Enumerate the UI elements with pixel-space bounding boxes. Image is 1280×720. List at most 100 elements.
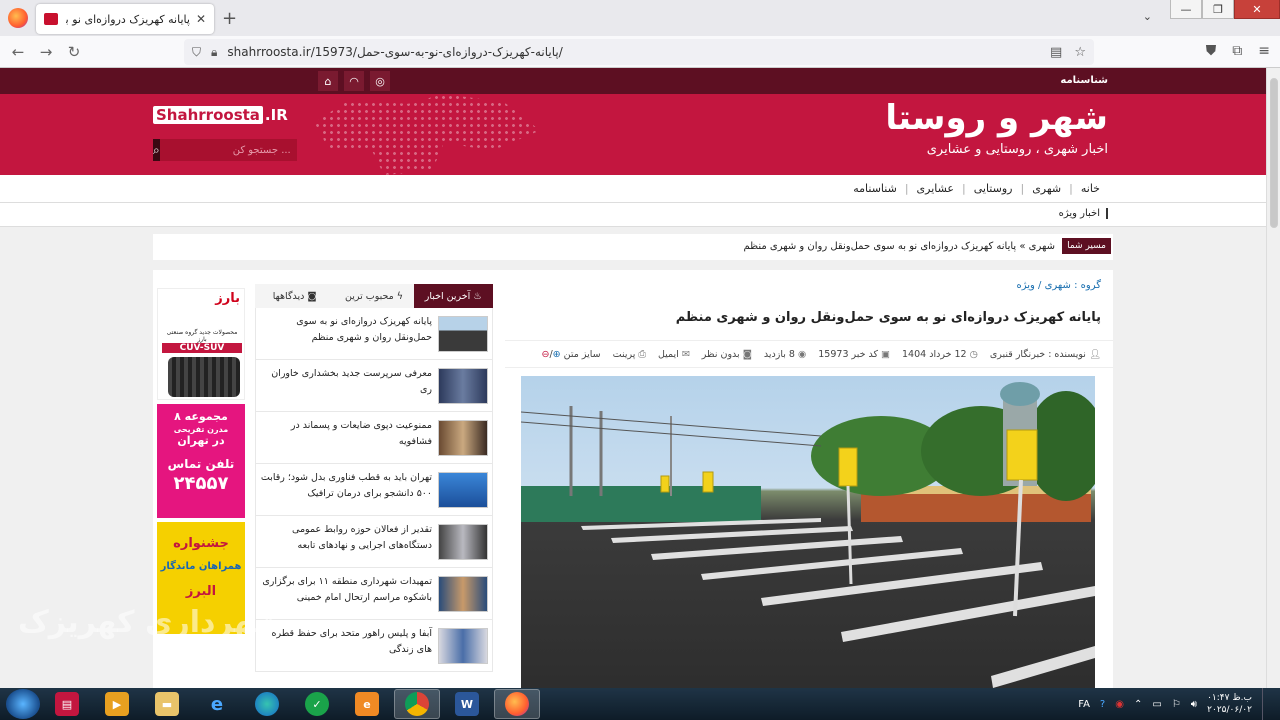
start-button[interactable]: [6, 689, 40, 719]
forward-arrow-icon[interactable]: →: [32, 43, 60, 61]
list-item[interactable]: تقدیر از فعالان حوزه روابط عمومی دستگاه‌…: [255, 516, 493, 568]
article-group[interactable]: گروه : شهری / ویژه: [1016, 280, 1101, 291]
clock[interactable]: ب.ظ ۰۱:۴۷ ۲۰۲۵/۰۶/۰۲: [1207, 692, 1252, 716]
extensions-icon[interactable]: ⧉: [1232, 43, 1242, 59]
pocket-icon[interactable]: ⛊: [1206, 43, 1217, 59]
help-icon[interactable]: ?: [1100, 699, 1105, 710]
brand-logo[interactable]: Shahrroosta .IR: [153, 106, 288, 124]
rss-icon[interactable]: ◠: [344, 71, 364, 91]
show-desktop-button[interactable]: [1262, 688, 1272, 720]
close-window-button[interactable]: ✕: [1234, 0, 1280, 19]
taskbar-word[interactable]: W: [444, 689, 490, 719]
tag-icon: ▣: [881, 348, 891, 360]
show-hidden-icons-chevron-up-icon[interactable]: ⌃: [1134, 699, 1142, 710]
news-title[interactable]: تقدیر از فعالان حوزه روابط عمومی دستگاه‌…: [260, 522, 432, 554]
language-indicator[interactable]: FA: [1078, 699, 1090, 710]
tray-app-icon[interactable]: ◉: [1115, 699, 1124, 710]
font-increase-icon[interactable]: ⊕: [553, 349, 561, 360]
menu-item-home[interactable]: خانه: [1073, 182, 1108, 195]
list-tabs-chevron-down-icon[interactable]: ⌄: [1143, 10, 1152, 23]
reader-view-icon[interactable]: ▤: [1050, 45, 1062, 60]
instagram-icon[interactable]: ◎: [370, 71, 390, 91]
print-icon: ⎙: [638, 348, 646, 360]
network-icon[interactable]: ▭: [1152, 699, 1161, 710]
menu-hamburger-icon[interactable]: ≡: [1258, 43, 1270, 59]
windows-taskbar: ▤ ▶ ▬ e ✓ e W FA ? ◉ ⌃ ▭ ⚐ 🔊︎ ب.ظ ۰۱:۴۷ …: [0, 688, 1280, 720]
list-item[interactable]: تمهیدات شهرداری منطقه ۱۱ برای برگزاری با…: [255, 568, 493, 620]
list-item[interactable]: آبفا و پلیس راهور متحد برای حفظ قطره های…: [255, 620, 493, 672]
menu-item-urban[interactable]: شهری: [1024, 182, 1069, 195]
app-icon: e: [355, 692, 379, 716]
list-item[interactable]: ممنوعیت دپوی ضایعات و پسماند در فشافویه: [255, 412, 493, 464]
meta-font-size[interactable]: سایز متن ⊕/⊖: [542, 349, 601, 360]
menu-item-profile[interactable]: شناسنامه: [845, 182, 905, 195]
list-item[interactable]: پایانه کهریزک دروازه‌ای نو به سوی حمل‌ون…: [255, 308, 493, 360]
browser-tab-active[interactable]: پایانه کهریزک دروازه‌ای نو به سوی ✕: [36, 4, 214, 34]
site-logo-title[interactable]: شهر و روستا: [885, 98, 1108, 138]
comments-icon: ◙: [742, 348, 752, 360]
ad-brand: بارز: [215, 291, 240, 306]
taskbar-chrome[interactable]: [394, 689, 440, 719]
tab-title: پایانه کهریزک دروازه‌ای نو به سوی: [66, 12, 190, 26]
url-bar[interactable]: ⛉ 🔒︎ shahrroosta.ir/15973/پایانه-کهریزک-…: [184, 39, 1094, 65]
taskbar-firefox[interactable]: [494, 689, 540, 719]
tab-comments[interactable]: ◙ دیدگاهها: [255, 284, 335, 308]
tab-close-icon[interactable]: ✕: [196, 12, 206, 26]
maximize-button[interactable]: ❐: [1202, 0, 1234, 19]
scrollbar-thumb[interactable]: [1270, 78, 1278, 228]
search-icon[interactable]: ⌕: [153, 139, 160, 161]
site-logo-subtitle: اخبار شهری ، روستایی و عشایری: [926, 142, 1108, 157]
ad-subtitle: محصولات جدید گروه صنعتی بارز: [166, 329, 238, 343]
world-map-dots-decoration: [314, 94, 540, 175]
page-scrollbar[interactable]: [1266, 68, 1280, 688]
news-thumbnail[interactable]: [438, 524, 488, 560]
news-title[interactable]: معرفی سرپرست جدید بخشداری خاوران ری: [260, 366, 432, 398]
tab-latest-news[interactable]: ♨ آخرین اخبار: [413, 284, 493, 308]
flag-icon[interactable]: ⚐: [1172, 699, 1181, 710]
news-title[interactable]: آبفا و پلیس راهور متحد برای حفظ قطره های…: [260, 626, 433, 658]
ad-text: تلفن تماس: [167, 457, 235, 471]
tab-most-popular[interactable]: ϟ محبوب ترین: [334, 284, 414, 308]
meta-comments[interactable]: ◙بدون نظر: [702, 349, 752, 360]
taskbar-media-player[interactable]: ▶: [94, 689, 140, 719]
meta-print[interactable]: ⎙پرینت: [613, 349, 646, 360]
list-item[interactable]: تهران باید به قطب فناوری بدل شود؛ رقابت …: [255, 464, 493, 516]
reload-icon[interactable]: ↻: [60, 43, 88, 61]
taskbar-ie[interactable]: e: [194, 689, 240, 719]
breadcrumb-path[interactable]: شهری » پایانه کهریزک دروازه‌ای نو به سوی…: [743, 241, 1055, 252]
taskbar-pdf-app[interactable]: ▤: [44, 689, 90, 719]
news-thumbnail[interactable]: [438, 368, 488, 404]
url-text[interactable]: shahrroosta.ir/15973/پایانه-کهریزک-درواز…: [227, 45, 562, 59]
lock-icon[interactable]: 🔒︎: [211, 45, 217, 60]
shield-icon[interactable]: ⛉: [192, 45, 201, 60]
volume-icon[interactable]: 🔊︎: [1191, 699, 1197, 710]
font-decrease-icon[interactable]: ⊖: [542, 349, 550, 360]
search-input[interactable]: [159, 139, 297, 161]
news-title[interactable]: پایانه کهریزک دروازه‌ای نو به سوی حمل‌ون…: [260, 314, 432, 346]
news-title[interactable]: تمهیدات شهرداری منطقه ۱۱ برای برگزاری با…: [260, 574, 432, 606]
minimize-button[interactable]: —: [1170, 0, 1202, 19]
home-icon[interactable]: ⌂: [318, 71, 338, 91]
ad-recreation-banner[interactable]: ۸ مجموعه مدرن تفریحی در تهران تلفن تماس …: [157, 404, 245, 518]
meta-email[interactable]: ✉ایمیل: [658, 349, 690, 360]
menu-item-nomadic[interactable]: عشایری: [909, 182, 962, 195]
back-arrow-icon[interactable]: ←: [4, 43, 32, 61]
news-title[interactable]: ممنوعیت دپوی ضایعات و پسماند در فشافویه: [260, 418, 432, 450]
taskbar-edge[interactable]: [244, 689, 290, 719]
new-tab-button[interactable]: +: [222, 8, 237, 29]
news-thumbnail[interactable]: [438, 420, 488, 456]
firefox-logo-icon[interactable]: [8, 8, 28, 28]
news-thumbnail[interactable]: [438, 316, 488, 352]
ad-tire-banner[interactable]: بارز محصولات جدید گروه صنعتی بارز CUV-SU…: [157, 288, 245, 400]
taskbar-app-orange[interactable]: e: [344, 689, 390, 719]
news-thumbnail[interactable]: [438, 628, 488, 664]
news-thumbnail[interactable]: [438, 472, 488, 508]
list-item[interactable]: معرفی سرپرست جدید بخشداری خاوران ری: [255, 360, 493, 412]
bookmark-star-icon[interactable]: ☆: [1074, 45, 1086, 60]
taskbar-explorer[interactable]: ▬: [144, 689, 190, 719]
top-link-profile[interactable]: شناسنامه: [1060, 75, 1108, 86]
news-thumbnail[interactable]: [438, 576, 488, 612]
menu-item-rural[interactable]: روستایی: [966, 182, 1021, 195]
news-title[interactable]: تهران باید به قطب فناوری بدل شود؛ رقابت …: [260, 470, 432, 502]
taskbar-security-app[interactable]: ✓: [294, 689, 340, 719]
